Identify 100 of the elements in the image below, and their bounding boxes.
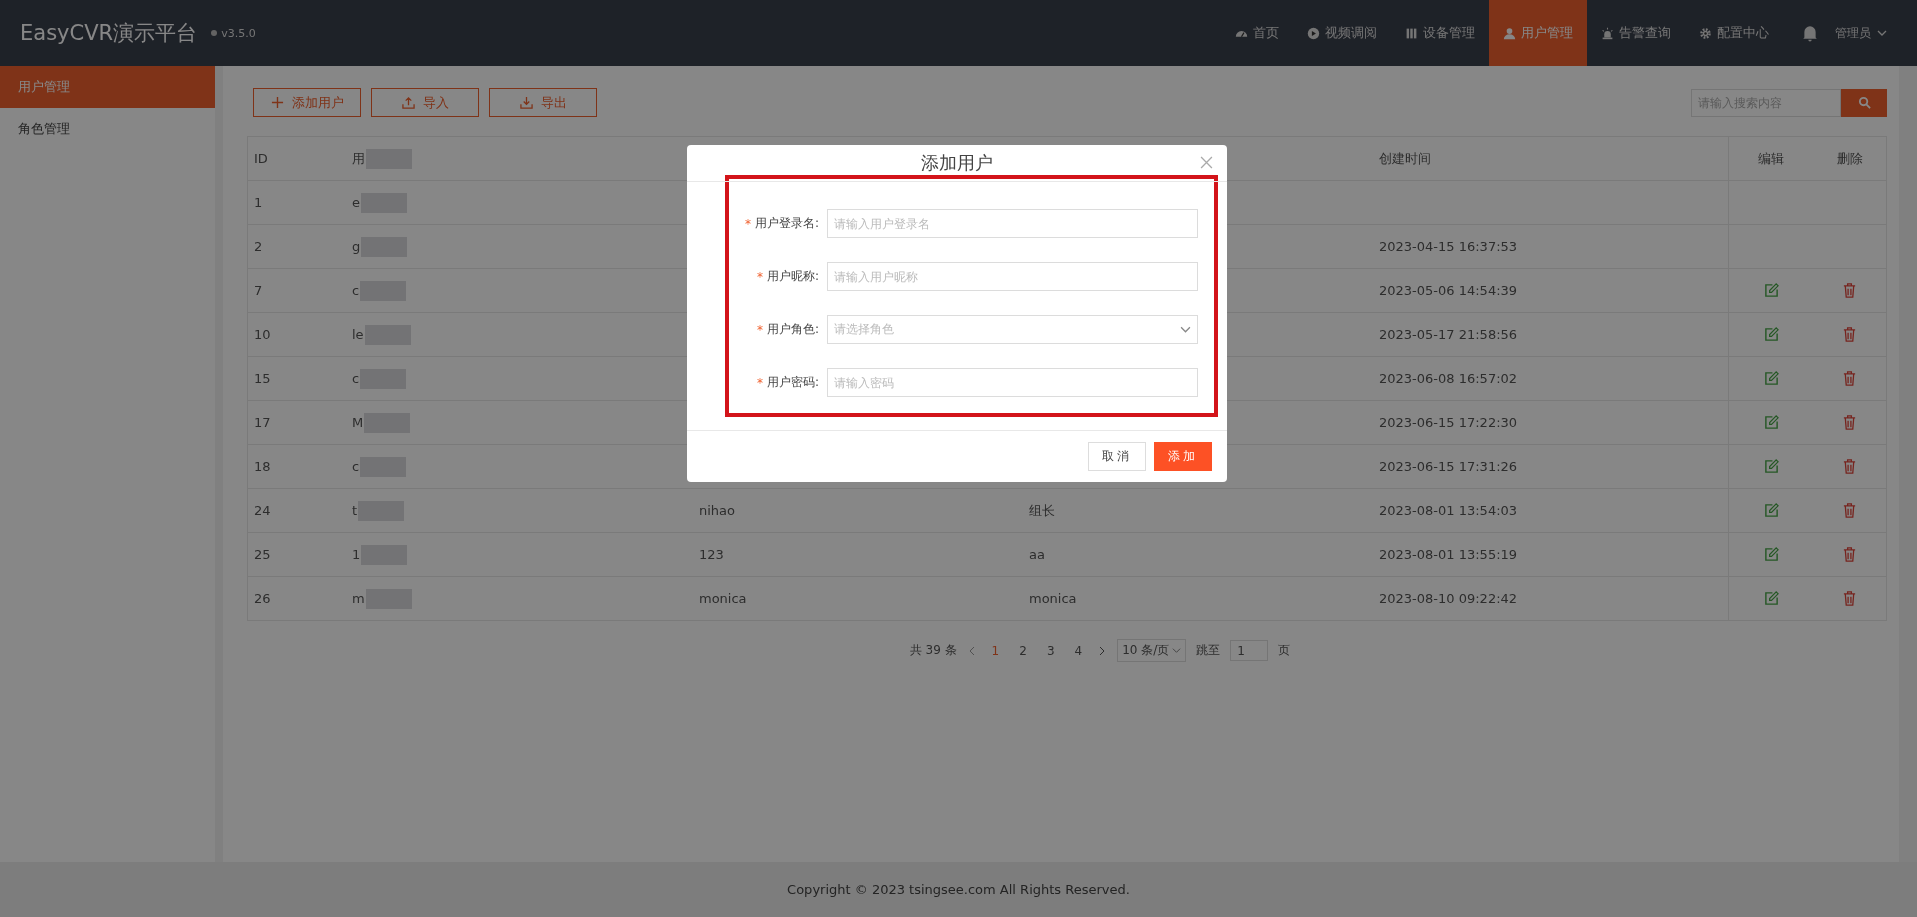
nav-item[interactable]: 用户管理 bbox=[1489, 0, 1587, 66]
nav-item[interactable]: 设备管理 bbox=[1391, 0, 1489, 66]
id-cell-text: 24 bbox=[253, 502, 272, 520]
trash-icon[interactable] bbox=[1842, 459, 1857, 474]
goto-label: 跳至 bbox=[1196, 642, 1221, 659]
page-size-select[interactable]: 10 条/页 bbox=[1117, 639, 1187, 662]
field-label: 用户角色: bbox=[766, 321, 819, 338]
page-link[interactable]: 3 bbox=[1041, 643, 1060, 658]
id-cell-text: 17 bbox=[253, 414, 272, 432]
name-cell: c bbox=[352, 459, 360, 474]
name-cell: g bbox=[352, 239, 361, 254]
sidebar-item[interactable]: 用户管理 bbox=[0, 66, 215, 108]
column-header: ID bbox=[253, 150, 269, 168]
name-cell: m bbox=[352, 591, 365, 606]
field-label: 用户昵称: bbox=[766, 268, 819, 285]
column-header: 创建时间 bbox=[1378, 149, 1432, 168]
edit-icon[interactable] bbox=[1763, 371, 1779, 386]
edit-icon[interactable] bbox=[1763, 459, 1779, 474]
table-cell: monica bbox=[699, 591, 747, 606]
dot-icon bbox=[211, 30, 218, 36]
user-icon bbox=[1503, 26, 1516, 40]
columns-icon bbox=[1405, 26, 1418, 40]
id-cell-text: 1 bbox=[253, 194, 264, 212]
trash-icon[interactable] bbox=[1842, 371, 1857, 386]
trash-icon[interactable] bbox=[1842, 591, 1857, 606]
trash-icon[interactable] bbox=[1842, 547, 1857, 562]
input-field[interactable]: 请输入用户昵称 bbox=[827, 262, 1198, 291]
edit-icon[interactable] bbox=[1763, 327, 1779, 342]
id-cell-text: 15 bbox=[253, 370, 272, 388]
edit-icon[interactable] bbox=[1763, 547, 1779, 562]
date-cell: 2023-08-10 09:22:42 bbox=[1379, 591, 1518, 606]
plus-icon bbox=[270, 96, 284, 109]
required-mark: * bbox=[756, 269, 763, 284]
id-cell-text: 2 bbox=[253, 238, 264, 256]
required-mark: * bbox=[744, 216, 751, 231]
name-cell: M bbox=[352, 415, 364, 430]
required-mark: * bbox=[756, 375, 763, 390]
toolbar-button[interactable]: 添加用户 bbox=[253, 88, 361, 117]
copyright-text: Copyright © 2023 tsingsee.com All Rights Reserved. bbox=[787, 882, 1130, 897]
caret-icon bbox=[1172, 646, 1182, 655]
page-link[interactable]: 4 bbox=[1069, 643, 1088, 658]
name-cell: e bbox=[352, 195, 360, 210]
edit-icon[interactable] bbox=[1763, 415, 1779, 430]
role-select[interactable]: 请选择角色 bbox=[827, 315, 1198, 344]
play-icon bbox=[1307, 26, 1320, 40]
id-cell-text: 18 bbox=[253, 458, 272, 476]
dialog-title: 添加用户 bbox=[921, 151, 993, 175]
date-cell: 2023-04-15 16:37:53 bbox=[1379, 239, 1518, 254]
date-cell: 2023-05-17 21:58:56 bbox=[1379, 327, 1518, 342]
nav-item[interactable]: 告警查询 bbox=[1587, 0, 1685, 66]
close-icon[interactable] bbox=[1200, 156, 1213, 169]
nav-item[interactable]: 首页 bbox=[1221, 0, 1293, 66]
add-button[interactable]: 添加 bbox=[1154, 442, 1212, 471]
bell-icon[interactable] bbox=[1801, 24, 1819, 42]
edit-icon[interactable] bbox=[1763, 591, 1779, 606]
column-header: 删除 bbox=[1835, 149, 1864, 168]
name-cell: le bbox=[352, 327, 364, 342]
cancel-button[interactable]: 取消 bbox=[1088, 442, 1146, 471]
date-cell: 2023-05-06 14:54:39 bbox=[1379, 283, 1518, 298]
sidebar-item[interactable]: 角色管理 bbox=[0, 108, 215, 150]
page-input[interactable]: 1 bbox=[1230, 640, 1269, 661]
trash-icon[interactable] bbox=[1842, 327, 1857, 342]
edit-icon[interactable] bbox=[1763, 503, 1779, 518]
id-cell-text: 7 bbox=[253, 282, 264, 300]
name-cell: t bbox=[352, 503, 358, 518]
required-mark: * bbox=[756, 322, 763, 337]
id-cell-text: 25 bbox=[253, 546, 272, 564]
page-link[interactable]: 2 bbox=[1014, 643, 1032, 658]
nav-item[interactable]: 配置中心 bbox=[1685, 0, 1783, 66]
date-cell: 2023-06-15 17:31:26 bbox=[1379, 459, 1518, 474]
page-link[interactable]: 1 bbox=[986, 643, 1005, 658]
caret-icon bbox=[1877, 28, 1887, 38]
trash-icon[interactable] bbox=[1842, 415, 1857, 430]
field-label: 用户密码: bbox=[766, 374, 819, 391]
edit-icon[interactable] bbox=[1763, 283, 1779, 298]
date-cell: 2023-08-01 13:54:03 bbox=[1379, 503, 1518, 518]
gear-icon bbox=[1699, 26, 1712, 40]
field-label: 用户登录名: bbox=[754, 215, 819, 232]
caret-icon bbox=[1180, 324, 1191, 335]
search-button[interactable] bbox=[1841, 88, 1887, 117]
download-icon bbox=[519, 96, 533, 109]
input-field[interactable]: 请输入密码 bbox=[827, 368, 1198, 397]
toolbar-button[interactable]: 导入 bbox=[371, 88, 479, 117]
nav-item[interactable]: 视频调阅 bbox=[1293, 0, 1391, 66]
table-cell: nihao bbox=[699, 503, 735, 518]
page-suffix: 页 bbox=[1278, 642, 1291, 659]
table-cell: 组长 bbox=[1029, 501, 1055, 520]
trash-icon[interactable] bbox=[1842, 503, 1857, 518]
trash-icon[interactable] bbox=[1842, 283, 1857, 298]
toolbar-button[interactable]: 导出 bbox=[489, 88, 597, 117]
name-cell: c bbox=[352, 283, 360, 298]
user-menu[interactable]: 管理员 bbox=[1835, 24, 1871, 42]
id-cell-text: 26 bbox=[253, 590, 272, 608]
version-label: v3.5.0 bbox=[221, 26, 256, 40]
upload-icon bbox=[401, 96, 415, 109]
table-cell: 123 bbox=[699, 547, 724, 562]
date-cell: 2023-06-08 16:57:02 bbox=[1379, 371, 1518, 386]
column-header: 编辑 bbox=[1728, 137, 1813, 180]
input-field[interactable]: 请输入用户登录名 bbox=[827, 209, 1198, 238]
name-cell: c bbox=[352, 371, 360, 386]
